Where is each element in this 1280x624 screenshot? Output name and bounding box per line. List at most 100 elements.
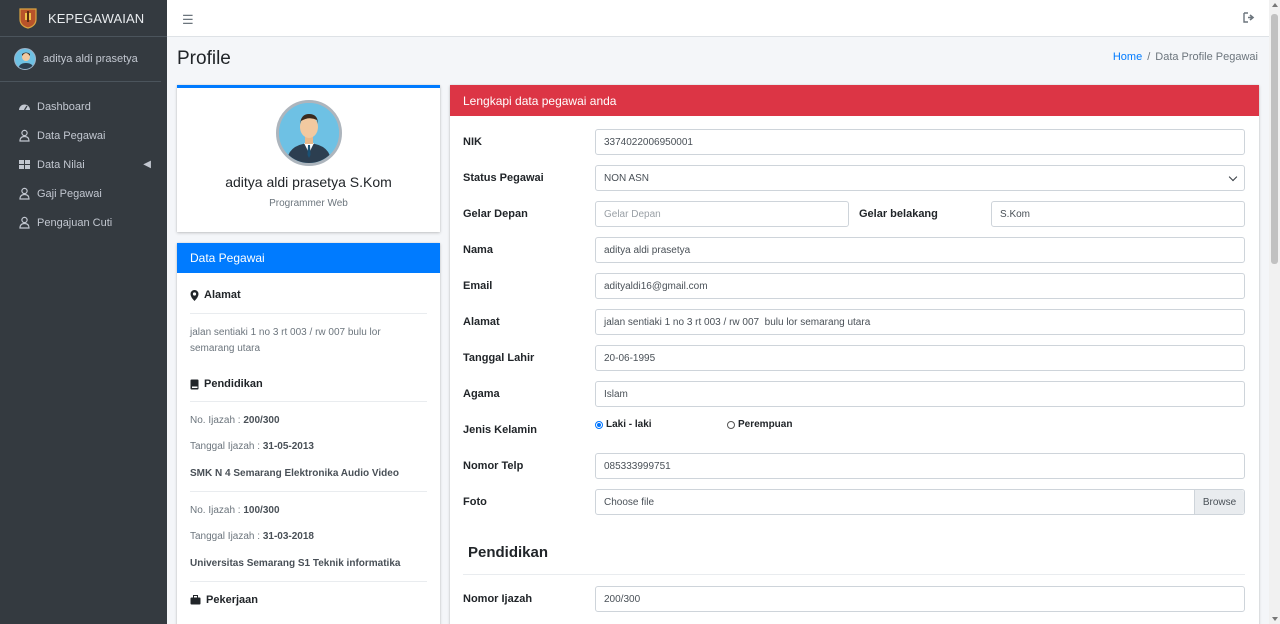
- tanggal-lahir-label: Tanggal Lahir: [463, 352, 535, 364]
- hamburger-icon[interactable]: ☰: [182, 12, 194, 28]
- profile-job: Programmer Web: [269, 198, 348, 209]
- scroll-down-icon[interactable]: [1272, 617, 1278, 621]
- radio-laki-laki[interactable]: Laki - laki: [595, 419, 652, 430]
- form-card: Lengkapi data pegawai anda NIK 337402200…: [450, 85, 1259, 624]
- chevron-down-icon: [1228, 172, 1238, 182]
- logo-icon: [19, 8, 37, 29]
- pendidikan-heading: Pendidikan: [468, 544, 549, 561]
- chevron-left-icon[interactable]: ◀: [143, 159, 151, 170]
- divider: [190, 313, 427, 314]
- breadcrumb: Home / Data Profile Pegawai: [1113, 51, 1258, 63]
- radio-perempuan[interactable]: Perempuan: [727, 419, 792, 430]
- ijazah-row: No. Ijazah : 200/300: [190, 415, 280, 426]
- page-scrollbar[interactable]: [1269, 0, 1280, 624]
- status-row: Status Pegawai NON ASN: [463, 165, 1245, 191]
- nomor-ijazah-label: Nomor Ijazah: [463, 593, 533, 605]
- profile-card: aditya aldi prasetya S.Kom Programmer We…: [177, 85, 440, 232]
- book-icon: [190, 379, 199, 390]
- email-input[interactable]: adityaldi16@gmail.com: [595, 273, 1245, 299]
- sidebar-item-pengajuan-cuti[interactable]: Pengajuan Cuti: [0, 208, 167, 237]
- alamat-input[interactable]: jalan sentiaki 1 no 3 rt 003 / rw 007 bu…: [595, 309, 1245, 335]
- email-label: Email: [463, 280, 493, 292]
- brand[interactable]: KEPEGAWAIAN: [0, 0, 167, 37]
- nomor-telp-row: Nomor Telp 085333999751: [463, 453, 1245, 479]
- user-panel[interactable]: aditya aldi prasetya: [0, 37, 161, 82]
- radio-unchecked-icon[interactable]: [727, 420, 735, 429]
- nomor-telp-label: Nomor Telp: [463, 460, 524, 472]
- sidebar-item-label: Dashboard: [37, 100, 91, 113]
- gelar-depan-input[interactable]: Gelar Depan: [595, 201, 849, 227]
- pekerjaan-section-title: Pekerjaan: [190, 594, 427, 606]
- tachometer-icon: [18, 100, 31, 113]
- form-header: Lengkapi data pegawai anda: [450, 85, 1259, 116]
- foto-file-input[interactable]: Choose file Browse: [595, 489, 1245, 515]
- sidebar-item-label: Gaji Pegawai: [37, 187, 102, 200]
- sidebar-item-label: Pengajuan Cuti: [37, 216, 113, 229]
- nik-input[interactable]: 3374022006950001: [595, 129, 1245, 155]
- sidebar-item-label: Data Pegawai: [37, 129, 106, 142]
- browse-button[interactable]: Browse: [1194, 490, 1244, 514]
- gelar-belakang-label: Gelar belakang: [859, 208, 938, 220]
- status-select[interactable]: NON ASN: [595, 165, 1245, 191]
- gelar-depan-label: Gelar Depan: [463, 208, 528, 220]
- sidebar-item-gaji-pegawai[interactable]: Gaji Pegawai: [0, 179, 167, 208]
- divider: [463, 574, 1245, 575]
- divider: [190, 581, 427, 582]
- sidebar-nav: Dashboard Data Pegawai Data Nilai ◀ Gaji…: [0, 92, 167, 237]
- user-icon: [18, 216, 31, 229]
- tanggal-lahir-input[interactable]: 20-06-1995: [595, 345, 1245, 371]
- school-name: SMK N 4 Semarang Elektronika Audio Video: [190, 468, 399, 479]
- map-marker-icon: [190, 289, 199, 301]
- jenis-kelamin-label: Jenis Kelamin: [463, 424, 537, 436]
- tanggal-lahir-row: Tanggal Lahir 20-06-1995: [463, 345, 1245, 371]
- nama-input[interactable]: aditya aldi prasetya: [595, 237, 1245, 263]
- nama-row: Nama aditya aldi prasetya: [463, 237, 1245, 263]
- file-placeholder: Choose file: [604, 496, 655, 508]
- nomor-ijazah-row: Nomor Ijazah 200/300: [463, 586, 1245, 612]
- user-icon: [18, 187, 31, 200]
- avatar: [14, 48, 36, 70]
- sidebar-item-data-nilai[interactable]: Data Nilai ◀: [0, 150, 167, 179]
- sidebar-item-dashboard[interactable]: Dashboard: [0, 92, 167, 121]
- agama-input[interactable]: Islam: [595, 381, 1245, 407]
- data-pegawai-card: Data Pegawai Alamat jalan sentiaki 1 no …: [177, 243, 440, 624]
- radio-checked-icon[interactable]: [595, 420, 603, 429]
- breadcrumb-home-link[interactable]: Home: [1113, 51, 1142, 63]
- foto-row: Foto Choose file Browse: [463, 489, 1245, 515]
- alamat-label: Alamat: [463, 316, 500, 328]
- scroll-up-icon[interactable]: [1272, 3, 1278, 7]
- nomor-ijazah-input[interactable]: 200/300: [595, 586, 1245, 612]
- divider: [190, 401, 427, 402]
- status-label: Status Pegawai: [463, 172, 544, 184]
- profile-name: aditya aldi prasetya S.Kom: [225, 174, 392, 190]
- gelar-belakang-input[interactable]: S.Kom: [991, 201, 1245, 227]
- briefcase-icon: [190, 595, 201, 605]
- foto-label: Foto: [463, 496, 487, 508]
- status-selected-value: NON ASN: [604, 172, 650, 184]
- user-icon: [18, 129, 31, 142]
- tanggal-ijazah-row: Tanggal Ijazah : 31-03-2018: [190, 531, 314, 542]
- email-row: Email adityaldi16@gmail.com: [463, 273, 1245, 299]
- table-icon: [18, 158, 31, 171]
- profile-picture: [275, 100, 342, 166]
- tanggal-ijazah-row: Tanggal Ijazah : 31-05-2013: [190, 441, 314, 452]
- brand-text: KEPEGAWAIAN: [48, 10, 145, 26]
- nik-label: NIK: [463, 136, 482, 148]
- ijazah-row: No. Ijazah : 100/300: [190, 505, 280, 516]
- alamat-section-title: Alamat: [190, 289, 427, 301]
- nomor-telp-input[interactable]: 085333999751: [595, 453, 1245, 479]
- topbar: ☰: [167, 0, 1269, 37]
- gelar-row: Gelar Depan Gelar Depan Gelar belakang S…: [463, 201, 1245, 227]
- scroll-thumb[interactable]: [1271, 14, 1278, 264]
- jenis-kelamin-row: Jenis Kelamin Laki - laki Perempuan: [463, 417, 1245, 443]
- alamat-text: jalan sentiaki 1 no 3 rt 003 / rw 007 bu…: [190, 327, 381, 354]
- agama-label: Agama: [463, 388, 500, 400]
- logout-icon[interactable]: [1243, 12, 1255, 26]
- breadcrumb-current: Data Profile Pegawai: [1155, 51, 1258, 63]
- gelar-depan-placeholder: Gelar Depan: [604, 208, 661, 220]
- page-title: Profile: [177, 48, 231, 69]
- sidebar-item-data-pegawai[interactable]: Data Pegawai: [0, 121, 167, 150]
- nik-row: NIK 3374022006950001: [463, 129, 1245, 155]
- nama-label: Nama: [463, 244, 493, 256]
- breadcrumb-separator: /: [1147, 51, 1151, 63]
